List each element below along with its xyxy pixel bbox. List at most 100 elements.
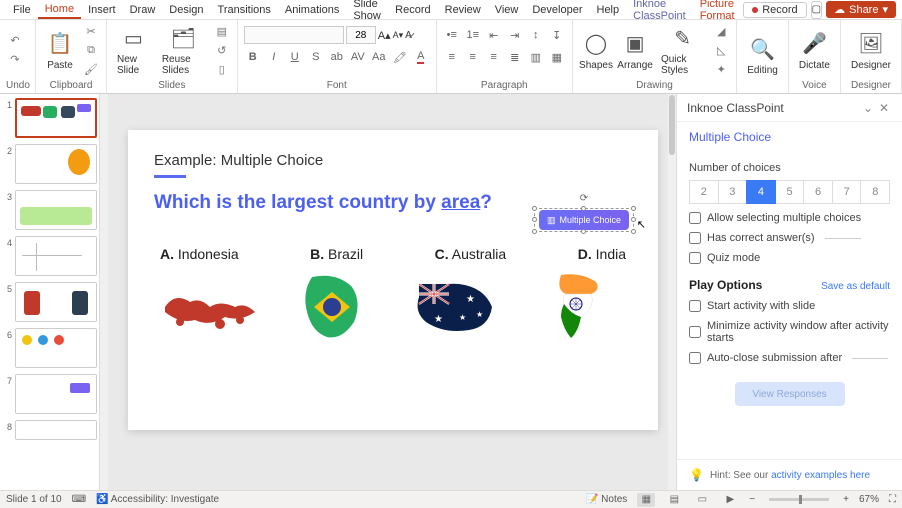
cut-button[interactable]: ✂ xyxy=(82,22,100,40)
shadow-button[interactable]: ab xyxy=(328,48,346,66)
highlight-button[interactable]: 🖍 xyxy=(391,48,409,66)
columns-button[interactable]: ▥ xyxy=(527,48,545,66)
tab-help[interactable]: Help xyxy=(590,0,627,19)
zoom-out-button[interactable]: − xyxy=(749,494,755,505)
lang-button[interactable]: ⌨ xyxy=(72,494,86,505)
paste-button[interactable]: 📋Paste xyxy=(42,22,78,78)
tab-animations[interactable]: Animations xyxy=(278,0,346,19)
thumb-1[interactable] xyxy=(15,98,97,138)
underline-button[interactable]: U xyxy=(286,48,304,66)
scrollbar-right[interactable] xyxy=(668,94,676,490)
thumb-3[interactable] xyxy=(15,190,97,230)
arrange-button[interactable]: ▣Arrange xyxy=(617,22,653,78)
indent-left-button[interactable]: ⇤ xyxy=(485,26,503,44)
shape-outline-button[interactable]: ◺ xyxy=(712,41,730,59)
thumb-8[interactable] xyxy=(15,420,97,440)
undo-button[interactable]: ↶ xyxy=(6,32,24,50)
allow-multiple-checkbox[interactable]: Allow selecting multiple choices xyxy=(689,212,890,224)
notes-button[interactable]: 📝 Notes xyxy=(586,494,627,505)
panel-close-button[interactable]: ✕ xyxy=(876,101,892,115)
tab-draw[interactable]: Draw xyxy=(123,0,163,19)
shrink-font-button[interactable]: A▾ xyxy=(393,30,404,41)
fit-button[interactable]: ⛶ xyxy=(889,494,896,505)
char-spacing-button[interactable]: AV xyxy=(349,48,367,66)
choice-6[interactable]: 6 xyxy=(803,180,833,204)
dictate-button[interactable]: 🎤Dictate xyxy=(795,22,834,78)
scrollbar-left[interactable] xyxy=(100,94,108,490)
choice-5[interactable]: 5 xyxy=(775,180,805,204)
format-painter-button[interactable]: 🖌 xyxy=(82,60,100,78)
numbering-button[interactable]: 1≡ xyxy=(464,26,482,44)
accessibility-button[interactable]: ♿ Accessibility: Investigate xyxy=(96,494,219,505)
reuse-slides-button[interactable]: 🗂Reuse Slides xyxy=(158,22,209,78)
redo-button[interactable]: ↷ xyxy=(6,51,24,69)
tab-slideshow[interactable]: Slide Show xyxy=(346,0,388,19)
tab-view[interactable]: View xyxy=(488,0,526,19)
slideshow-view-button[interactable]: ▶ xyxy=(721,493,739,507)
line-spacing-button[interactable]: ↕ xyxy=(527,26,545,44)
start-with-slide-checkbox[interactable]: Start activity with slide xyxy=(689,300,890,312)
reading-view-button[interactable]: ▭ xyxy=(693,493,711,507)
font-color-button[interactable]: A xyxy=(412,48,430,66)
quick-styles-button[interactable]: ✎Quick Styles xyxy=(657,22,708,78)
tab-record[interactable]: Record xyxy=(388,0,437,19)
tab-picture-format[interactable]: Picture Format xyxy=(693,0,743,19)
thumb-2[interactable] xyxy=(15,144,97,184)
zoom-in-button[interactable]: + xyxy=(843,494,849,505)
designer-button[interactable]: 🖼Designer xyxy=(847,22,895,78)
grow-font-button[interactable]: A▴ xyxy=(378,29,391,42)
multiple-choice-button[interactable]: ▥ Multiple Choice xyxy=(539,210,629,230)
minimize-window-checkbox[interactable]: Minimize activity window after activity … xyxy=(689,320,890,344)
align-left-button[interactable]: ≡ xyxy=(443,48,461,66)
thumb-4[interactable] xyxy=(15,236,97,276)
auto-close-checkbox[interactable]: Auto-close submission after xyxy=(689,352,890,364)
tab-review[interactable]: Review xyxy=(438,0,488,19)
thumb-6[interactable] xyxy=(15,328,97,368)
tab-classpoint[interactable]: Inknoe ClassPoint xyxy=(626,0,693,19)
thumb-7[interactable] xyxy=(15,374,97,414)
reset-button[interactable]: ↺ xyxy=(213,41,231,59)
sorter-view-button[interactable]: ▤ xyxy=(665,493,683,507)
tab-transitions[interactable]: Transitions xyxy=(211,0,278,19)
text-direction-button[interactable]: ↧ xyxy=(548,26,566,44)
justify-button[interactable]: ≣ xyxy=(506,48,524,66)
hint-link[interactable]: activity examples here xyxy=(771,470,870,481)
panel-collapse-button[interactable]: ⌄ xyxy=(860,101,876,115)
tab-home[interactable]: Home xyxy=(38,0,81,19)
tab-insert[interactable]: Insert xyxy=(81,0,123,19)
section-button[interactable]: ▯ xyxy=(213,60,231,78)
new-slide-button[interactable]: ▭New Slide xyxy=(113,22,154,78)
choice-4[interactable]: 4 xyxy=(746,180,776,204)
mode-switch-button[interactable]: ▢ xyxy=(811,1,822,19)
smartart-button[interactable]: ▦ xyxy=(548,48,566,66)
align-right-button[interactable]: ≡ xyxy=(485,48,503,66)
bold-button[interactable]: B xyxy=(244,48,262,66)
view-responses-button[interactable]: View Responses xyxy=(735,382,845,406)
slide-canvas[interactable]: Example: Multiple Choice Which is the la… xyxy=(100,94,676,490)
bullets-button[interactable]: •≡ xyxy=(443,26,461,44)
thumb-5[interactable] xyxy=(15,282,97,322)
record-button[interactable]: Record xyxy=(743,2,806,18)
tab-developer[interactable]: Developer xyxy=(525,0,589,19)
shapes-button[interactable]: ◯Shapes xyxy=(579,22,613,78)
layout-button[interactable]: ▤ xyxy=(213,22,231,40)
font-size-select[interactable] xyxy=(346,26,376,44)
choice-2[interactable]: 2 xyxy=(689,180,719,204)
has-correct-checkbox[interactable]: Has correct answer(s) xyxy=(689,232,890,244)
rotate-handle-icon[interactable]: ⟳ xyxy=(580,193,588,204)
shape-fill-button[interactable]: ◢ xyxy=(712,22,730,40)
zoom-slider[interactable] xyxy=(769,498,829,501)
font-family-select[interactable] xyxy=(244,26,344,44)
slide-thumbnails[interactable]: 1 2 3 4 5 6 7 8 xyxy=(0,94,100,490)
share-button[interactable]: ☁ Share ▾ xyxy=(826,1,896,18)
align-center-button[interactable]: ≡ xyxy=(464,48,482,66)
classpoint-object[interactable]: ⟳ ▥ Multiple Choice xyxy=(534,208,634,232)
choice-7[interactable]: 7 xyxy=(832,180,862,204)
choice-8[interactable]: 8 xyxy=(860,180,890,204)
zoom-level[interactable]: 67% xyxy=(859,494,879,505)
save-default-link[interactable]: Save as default xyxy=(821,281,890,292)
tab-design[interactable]: Design xyxy=(162,0,210,19)
indent-right-button[interactable]: ⇥ xyxy=(506,26,524,44)
shape-effects-button[interactable]: ✦ xyxy=(712,60,730,78)
editing-button[interactable]: 🔍Editing xyxy=(743,28,782,84)
